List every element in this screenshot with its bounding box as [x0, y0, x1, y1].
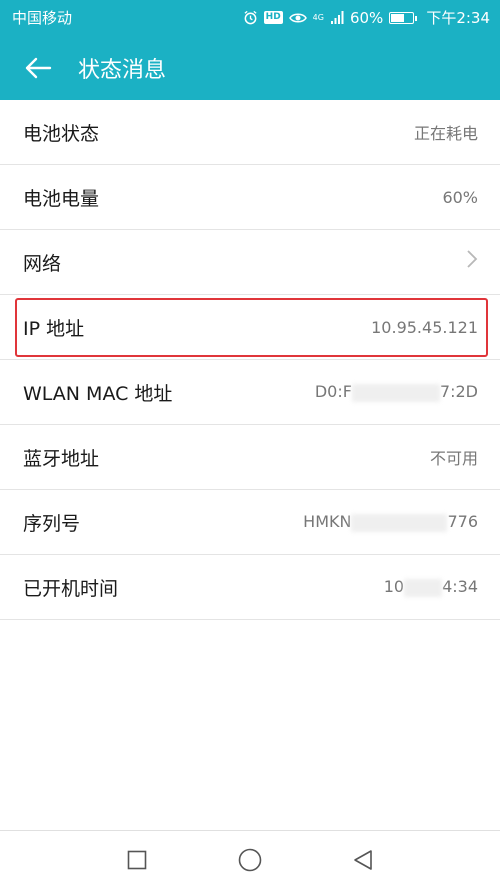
row-value-redacted: HMKN 776: [303, 512, 478, 532]
row-value-end: 7:2D: [439, 382, 478, 402]
battery-icon: [389, 11, 418, 24]
home-button[interactable]: [220, 835, 280, 885]
system-nav-bar: [0, 830, 500, 889]
battery-level-fill: [391, 13, 404, 22]
back-nav-button[interactable]: [333, 835, 393, 885]
alarm-icon: [243, 10, 258, 25]
recents-button[interactable]: [107, 835, 167, 885]
row-value: 不可用: [429, 449, 478, 468]
chevron-right-icon: [466, 249, 478, 275]
row-value: 60%: [442, 187, 478, 207]
status-bar: 中国移动 HD 4G 60% 下午2:34: [0, 0, 500, 35]
row-label: 电池电量: [23, 187, 100, 210]
row-value: 正在耗电: [413, 124, 478, 143]
row-label: WLAN MAC 地址: [23, 382, 173, 405]
circle-icon: [238, 848, 262, 872]
redaction-blur: [351, 383, 440, 402]
row-value-end: 776: [447, 512, 478, 532]
row-ip-address: IP 地址 10.95.45.121: [0, 295, 500, 360]
row-label: 已开机时间: [23, 577, 119, 600]
arrow-left-icon: [25, 57, 51, 78]
row-uptime: 已开机时间 10 4:34: [0, 555, 500, 620]
battery-percent: 60%: [349, 8, 384, 27]
row-value-end: 4:34: [442, 577, 478, 597]
redaction-blur: [404, 578, 443, 597]
row-value-start: HMKN: [303, 512, 352, 532]
row-serial-number: 序列号 HMKN 776: [0, 490, 500, 555]
row-label: 电池状态: [23, 122, 100, 145]
square-icon: [127, 850, 146, 870]
row-label: 蓝牙地址: [23, 447, 100, 470]
page-title: 状态消息: [78, 57, 167, 83]
row-network[interactable]: 网络: [0, 230, 500, 295]
row-bluetooth-address: 蓝牙地址 不可用: [0, 425, 500, 490]
network-type-label: 4G: [312, 12, 324, 22]
carrier-name: 中国移动: [12, 9, 73, 27]
status-list: 电池状态 正在耗电 电池电量 60% 网络 IP 地址 10.95.45.121…: [0, 100, 500, 620]
clock-time: 下午2:34: [426, 9, 490, 27]
row-value-start: D0:F: [314, 382, 352, 402]
row-label: 网络: [23, 252, 62, 275]
row-battery-status: 电池状态 正在耗电: [0, 100, 500, 165]
redaction-blur: [351, 513, 448, 532]
row-wlan-mac: WLAN MAC 地址 D0:F 7:2D: [0, 360, 500, 425]
row-value-redacted: D0:F 7:2D: [315, 382, 478, 402]
triangle-back-icon: [354, 850, 373, 870]
back-button[interactable]: [0, 35, 75, 100]
row-battery-level: 电池电量 60%: [0, 165, 500, 230]
signal-icon: [330, 10, 344, 25]
row-value: 10.95.45.121: [371, 317, 478, 337]
row-label: 序列号: [23, 512, 81, 535]
row-value-redacted: 10 4:34: [384, 577, 478, 597]
row-label: IP 地址: [23, 317, 85, 340]
row-value-start: 10: [383, 577, 405, 597]
hd-voice-icon: HD: [263, 11, 283, 24]
eye-comfort-icon: [288, 11, 307, 25]
app-bar: 状态消息: [0, 35, 500, 100]
